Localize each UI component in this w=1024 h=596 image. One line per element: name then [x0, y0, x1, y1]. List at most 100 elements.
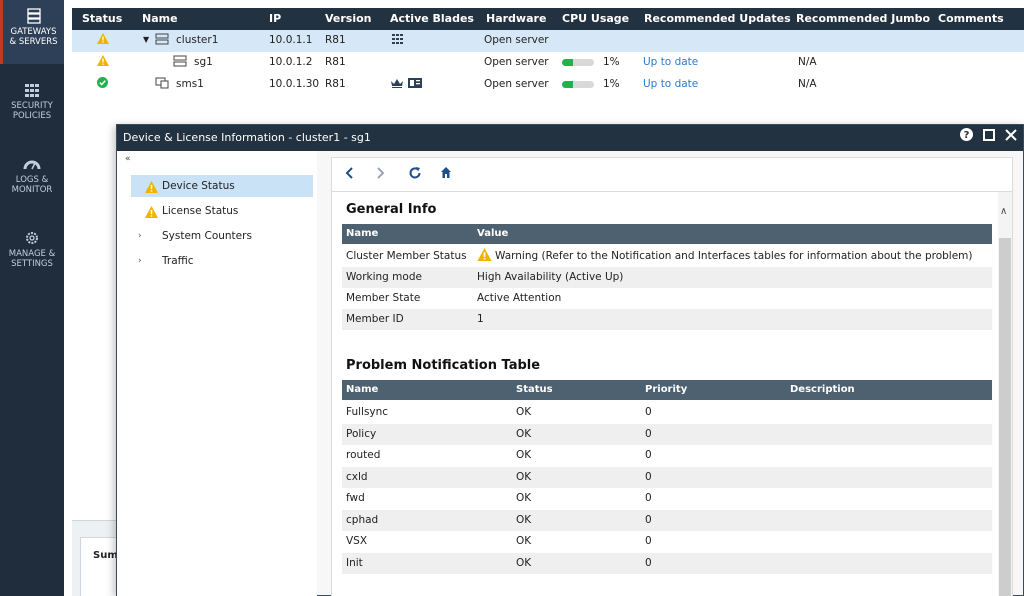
nav-label: SETTINGS	[11, 259, 53, 269]
table-row: Working mode High Availability (Active U…	[342, 267, 992, 288]
sidebar-item-license-status[interactable]: License Status	[131, 200, 313, 222]
nav-gateways-servers[interactable]: GATEWAYS & SERVERS	[0, 0, 64, 64]
warning-icon	[97, 55, 109, 69]
cell-value: 1	[477, 313, 484, 325]
col-ip[interactable]: IP	[269, 12, 281, 25]
collapse-sidebar-icon[interactable]: «	[125, 154, 131, 164]
left-navigation: GATEWAYS & SERVERS SECURITY POLICIES LOG…	[0, 0, 64, 596]
col-value: Value	[477, 228, 509, 239]
cell-name: Cluster Member Status	[346, 250, 467, 262]
dialog-title: Device & License Information - cluster1 …	[123, 131, 371, 144]
general-info-header: Name Value	[342, 224, 992, 244]
cluster-icon	[155, 33, 169, 48]
device-license-dialog: Device & License Information - cluster1 …	[116, 124, 1024, 596]
problem-table-heading: Problem Notification Table	[346, 358, 541, 373]
sidebar-item-device-status[interactable]: Device Status	[131, 175, 313, 197]
home-icon[interactable]	[440, 166, 452, 183]
nav-label: SECURITY	[11, 101, 53, 111]
table-row[interactable]: sms1 10.0.1.30 R81 Open server 1% Up to …	[72, 74, 1024, 96]
nav-label: GATEWAYS	[10, 27, 57, 37]
cell-status: OK	[516, 406, 532, 418]
cell-value: Warning (Refer to the Notification and I…	[495, 250, 973, 262]
cell-name: VSX	[346, 535, 368, 547]
cpu-usage-fill	[562, 59, 574, 66]
nav-security-policies[interactable]: SECURITY POLICIES	[0, 82, 64, 132]
col-name: Name	[346, 384, 379, 395]
row-jumbo: N/A	[798, 78, 817, 90]
cell-status: OK	[516, 513, 532, 526]
help-icon[interactable]: ?	[960, 125, 973, 151]
chevron-right-icon[interactable]: ›	[138, 250, 142, 272]
maximize-icon[interactable]	[983, 125, 995, 151]
cell-name: Fullsync	[346, 406, 389, 418]
updates-link[interactable]: Up to date	[643, 56, 698, 68]
col-name[interactable]: Name	[142, 12, 178, 25]
col-status[interactable]: Status	[82, 12, 122, 25]
table-row[interactable]: sg1 10.0.1.2 R81 Open server 1% Up to da…	[72, 52, 1024, 74]
col-recommended-jumbo[interactable]: Recommended Jumbo	[796, 12, 930, 25]
table-row: Policy OK 0	[342, 423, 992, 445]
server-icon	[26, 8, 41, 24]
warning-icon	[145, 179, 158, 201]
col-active-blades[interactable]: Active Blades	[390, 12, 474, 25]
row-name: sg1	[194, 56, 213, 68]
svg-text:?: ?	[964, 130, 970, 141]
cell-name: cxld	[346, 470, 368, 483]
col-description: Description	[790, 384, 855, 395]
updates-link[interactable]: Up to date	[643, 78, 698, 90]
col-recommended-updates[interactable]: Recommended Updates	[644, 12, 791, 25]
sidebar-item-label: Traffic	[162, 255, 194, 267]
cell-name: Policy	[346, 427, 377, 440]
crown-icon	[390, 78, 404, 91]
row-ip: 10.0.1.2	[269, 56, 313, 68]
row-name: sms1	[176, 78, 204, 90]
nav-label: MANAGE &	[8, 249, 56, 259]
table-row[interactable]: ▼ cluster1 10.0.1.1 R81 Open server	[72, 30, 1024, 52]
back-icon[interactable]	[344, 166, 354, 184]
sidebar-item-system-counters[interactable]: › System Counters	[131, 225, 313, 247]
sidebar-item-traffic[interactable]: › Traffic	[131, 250, 313, 272]
vertical-scrollbar[interactable]: ∧	[998, 192, 1012, 596]
dialog-sidebar: « Device Status License Status › System …	[117, 151, 317, 596]
nav-label: POLICIES	[12, 111, 52, 121]
device-status-panel: General Info Name Value Cluster Member S…	[331, 157, 1013, 596]
chevron-right-icon[interactable]: ›	[138, 225, 142, 247]
cell-priority: 0	[645, 492, 652, 504]
table-row: cphad OK 0	[342, 509, 992, 531]
col-cpu-usage[interactable]: CPU Usage	[562, 12, 629, 25]
general-info-heading: General Info	[346, 202, 437, 217]
gear-icon	[26, 232, 38, 244]
col-hardware[interactable]: Hardware	[486, 12, 546, 25]
table-row: cxld OK 0	[342, 466, 992, 488]
warning-icon	[97, 33, 109, 47]
cell-name: routed	[346, 449, 381, 461]
chevron-down-icon[interactable]: ▼	[143, 35, 149, 44]
dialog-title-bar[interactable]: Device & License Information - cluster1 …	[117, 125, 1023, 151]
cell-value: High Availability (Active Up)	[477, 271, 624, 283]
table-row: Member ID 1	[342, 309, 992, 330]
nav-manage-settings[interactable]: MANAGE & SETTINGS	[0, 230, 64, 280]
table-row: Member State Active Attention	[342, 288, 992, 309]
browser-toolbar	[332, 158, 1012, 192]
gateway-icon	[173, 55, 187, 70]
ok-icon	[97, 77, 108, 91]
sidebar-item-label: Device Status	[162, 180, 235, 192]
cell-priority: 0	[645, 470, 652, 483]
scroll-thumb[interactable]	[999, 238, 1011, 596]
row-version: R81	[325, 56, 346, 68]
nav-logs-monitor[interactable]: LOGS & MONITOR	[0, 156, 64, 206]
nav-label: LOGS &	[15, 175, 49, 185]
cell-name: fwd	[346, 492, 365, 504]
col-comments[interactable]: Comments	[938, 12, 1004, 25]
col-version[interactable]: Version	[325, 12, 372, 25]
management-server-icon	[155, 77, 169, 92]
scroll-up-icon[interactable]: ∧	[1000, 206, 1007, 217]
refresh-icon[interactable]	[408, 166, 422, 184]
cell-status: OK	[516, 556, 532, 569]
forward-icon[interactable]	[376, 166, 386, 184]
row-name: cluster1	[176, 34, 219, 46]
close-icon[interactable]	[1005, 125, 1017, 151]
cell-value: Active Attention	[477, 292, 562, 304]
grid-icon	[25, 84, 39, 97]
row-cpu: 1%	[603, 78, 620, 90]
